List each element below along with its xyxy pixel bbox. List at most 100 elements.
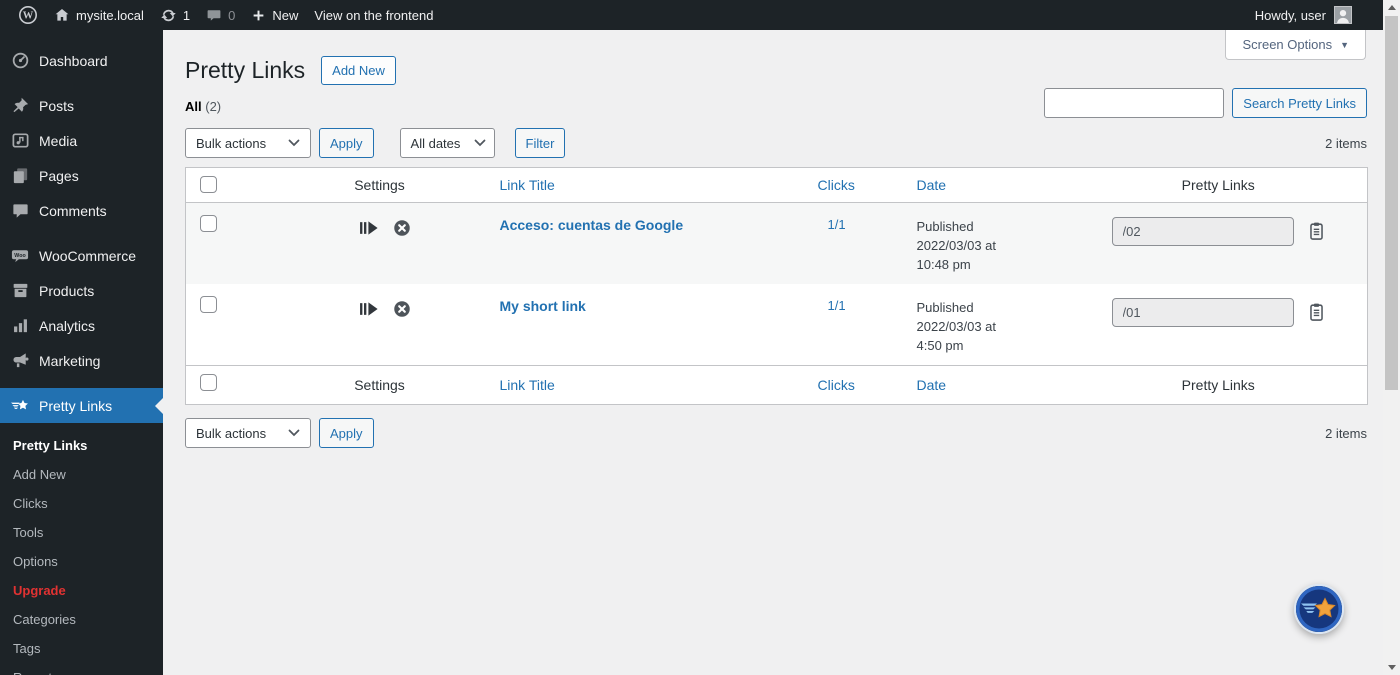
screen-options-label: Screen Options <box>1242 37 1333 52</box>
view-frontend-label: View on the frontend <box>314 7 434 23</box>
pretty-links-table: Settings Link Title Clicks Date Pretty L… <box>185 167 1368 405</box>
chevron-down-icon: ▼ <box>1340 39 1349 50</box>
pretty-links-star-icon <box>1294 584 1344 634</box>
column-clicks[interactable]: Clicks <box>799 365 900 405</box>
site-menu-item[interactable]: mysite.local <box>46 0 152 30</box>
submenu-label: Pretty Links <box>13 438 88 453</box>
submenu-label: Reports <box>13 670 59 675</box>
sidebar-item-label: Posts <box>39 97 75 114</box>
pages-icon <box>10 166 30 186</box>
table-row: My short link 1/1 Published 2022/03/03 a… <box>186 284 1368 366</box>
sidebar-item-products[interactable]: Products <box>0 273 163 308</box>
updates-menu-item[interactable]: 1 <box>152 0 198 30</box>
plus-icon <box>254 10 264 20</box>
items-count-bottom: 2 items <box>1325 425 1367 441</box>
search-input[interactable] <box>1044 88 1225 118</box>
date-value: 2022/03/03 at <box>916 319 997 334</box>
sidebar-item-marketing[interactable]: Marketing <box>0 343 163 378</box>
sidebar-item-dashboard[interactable]: Dashboard <box>0 43 163 78</box>
sidebar-item-label: WooCommerce <box>39 247 136 264</box>
screen-options-tab[interactable]: Screen Options ▼ <box>1225 30 1366 60</box>
column-link-title[interactable]: Link Title <box>489 365 800 405</box>
filter-button[interactable]: Filter <box>514 128 566 158</box>
view-filter: All (2) <box>185 99 221 118</box>
clicks-link[interactable]: 1/1 <box>810 217 846 232</box>
sidebar-item-woocommerce[interactable]: Woo WooCommerce <box>0 238 163 273</box>
link-title[interactable]: Acceso: cuentas de Google <box>500 217 684 233</box>
sidebar-item-label: Media <box>39 132 78 149</box>
avatar[interactable] <box>1334 6 1352 24</box>
copy-button[interactable] <box>1308 221 1325 241</box>
row-checkbox[interactable] <box>200 215 217 232</box>
submenu-label: Tags <box>13 641 41 656</box>
select-all-checkbox[interactable] <box>200 176 217 193</box>
column-settings: Settings <box>219 365 490 405</box>
chevron-down-icon <box>288 429 300 437</box>
search-button[interactable]: Search Pretty Links <box>1232 88 1367 118</box>
link-title[interactable]: My short link <box>500 298 586 314</box>
view-frontend-menu-item[interactable]: View on the frontend <box>306 0 441 30</box>
scrollbar-down-arrow-icon[interactable] <box>1383 660 1400 675</box>
pretty-links-fab-button[interactable] <box>1294 584 1344 634</box>
redirect-play-icon[interactable] <box>359 300 380 318</box>
apply-button-bottom[interactable]: Apply <box>319 418 374 448</box>
add-new-button[interactable]: Add New <box>321 55 396 85</box>
sidebar-item-posts[interactable]: Posts <box>0 88 163 123</box>
apply-button[interactable]: Apply <box>319 128 374 158</box>
column-link-title[interactable]: Link Title <box>489 167 800 203</box>
comments-menu-item[interactable]: 0 <box>198 0 243 30</box>
wordpress-menu-item[interactable]: W <box>10 0 46 30</box>
sidebar-item-comments[interactable]: Comments <box>0 193 163 228</box>
sidebar-item-label: Pretty Links <box>39 397 113 414</box>
scrollbar-thumb[interactable] <box>1385 16 1398 390</box>
items-count: 2 items <box>1325 135 1367 151</box>
sidebar-item-label: Analytics <box>39 317 96 334</box>
howdy-label[interactable]: Howdy, user <box>1255 8 1326 23</box>
sidebar-item-pretty-links[interactable]: Pretty Links <box>0 388 163 423</box>
column-date[interactable]: Date <box>899 167 1090 203</box>
submenu-label: Options <box>13 554 58 569</box>
table-row: Acceso: cuentas de Google 1/1 Published … <box>185 202 1368 284</box>
filter-all-link[interactable]: All <box>185 99 202 114</box>
filter-all-count: (2) <box>205 99 222 114</box>
select-all-checkbox[interactable] <box>200 374 217 391</box>
bulk-actions-select-bottom[interactable]: Bulk actions <box>185 418 311 448</box>
new-menu-item[interactable]: New <box>243 0 306 30</box>
submenu-item-tools[interactable]: Tools <box>0 518 163 547</box>
column-date[interactable]: Date <box>899 365 1090 405</box>
updates-icon <box>161 9 176 21</box>
redirect-play-icon[interactable] <box>359 219 380 237</box>
tracking-disabled-x-icon[interactable] <box>393 219 411 237</box>
products-box-icon <box>10 281 30 301</box>
copy-button[interactable] <box>1308 302 1325 322</box>
submenu-item-upgrade[interactable]: Upgrade <box>0 576 163 605</box>
sidebar-item-analytics[interactable]: Analytics <box>0 308 163 343</box>
pretty-link-slug-input[interactable] <box>1111 217 1294 246</box>
bulk-actions-select[interactable]: Bulk actions <box>185 128 311 158</box>
submenu-item-clicks[interactable]: Clicks <box>0 489 163 518</box>
svg-text:W: W <box>23 11 34 22</box>
row-checkbox[interactable] <box>200 296 217 313</box>
scrollbar-up-arrow-icon[interactable] <box>1383 0 1400 15</box>
svg-text:Woo: Woo <box>14 253 26 259</box>
sidebar-item-media[interactable]: Media <box>0 123 163 158</box>
vertical-scrollbar[interactable] <box>1383 0 1400 675</box>
all-dates-select[interactable]: All dates <box>399 128 495 158</box>
main-content: Screen Options ▼ Pretty Links Add New Al… <box>163 30 1383 675</box>
submenu-item-pretty-links[interactable]: Pretty Links <box>0 431 163 460</box>
submenu-item-categories[interactable]: Categories <box>0 605 163 634</box>
submenu-item-add-new[interactable]: Add New <box>0 460 163 489</box>
sidebar-item-label: Products <box>39 282 95 299</box>
submenu-item-cut-off[interactable]: Reports <box>0 663 163 675</box>
megaphone-icon <box>10 351 30 371</box>
submenu-item-options[interactable]: Options <box>0 547 163 576</box>
sidebar-item-pages[interactable]: Pages <box>0 158 163 193</box>
submenu-item-tags[interactable]: Tags <box>0 634 163 663</box>
date-cell: Published 2022/03/03 at 4:50 pm <box>917 298 1080 355</box>
clicks-link[interactable]: 1/1 <box>810 298 846 313</box>
tracking-disabled-x-icon[interactable] <box>393 300 411 318</box>
column-clicks[interactable]: Clicks <box>799 167 900 203</box>
pretty-link-slug-input[interactable] <box>1111 298 1294 327</box>
pretty-links-star-icon <box>10 396 30 416</box>
submenu-label: Upgrade <box>13 583 66 598</box>
